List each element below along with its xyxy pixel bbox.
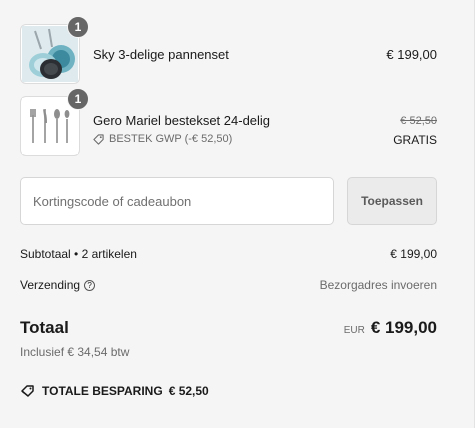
discount-code-input[interactable] (20, 177, 334, 225)
tag-icon (21, 385, 34, 397)
savings-amount: € 52,50 (168, 384, 209, 398)
quantity-badge: 1 (67, 88, 89, 110)
discount-code-form: Toepassen (20, 177, 437, 225)
quantity-badge: 1 (67, 16, 89, 38)
product-price: € 199,00 (386, 47, 437, 62)
total-label: Totaal (20, 318, 69, 337)
subtotal-row: Subtotaal • 2 artikelen € 199,00 (20, 244, 437, 264)
apply-discount-button[interactable]: Toepassen (347, 177, 437, 225)
total-savings: TOTALE BESPARING € 52,50 (20, 384, 209, 398)
shipping-label: Verzending (20, 278, 81, 292)
savings-label: TOTALE BESPARING (42, 384, 163, 398)
help-icon[interactable]: ? (84, 280, 96, 291)
product-price: GRATIS (393, 133, 437, 147)
discount-tag: BESTEK GWP (-€ 52,50) (93, 133, 232, 145)
shipping-row: Verzending? Bezorgadres invoeren (20, 275, 437, 295)
product-name: Gero Mariel bestekset 24-delig (93, 113, 271, 128)
subtotal-label: Subtotaal • 2 artikelen (20, 247, 137, 261)
subtotal-value: € 199,00 (390, 247, 437, 261)
line-item: 1 Sky 3-delige pannenset € 199,00 (20, 16, 437, 88)
product-name: Sky 3-delige pannenset (93, 47, 229, 62)
discount-label: BESTEK GWP (-€ 52,50) (109, 133, 233, 145)
tax-note: Inclusief € 34,54 btw (20, 345, 130, 359)
line-item: 1 Gero Mariel bestekset 24-delig BESTEK … (20, 88, 437, 160)
currency-code: EUR (343, 325, 365, 336)
shipping-value: Bezorgadres invoeren (319, 278, 437, 292)
tag-icon (93, 133, 104, 145)
total-amount: € 199,00 (370, 318, 437, 337)
total-row: Totaal EUR € 199,00 (20, 315, 437, 341)
original-price: € 52,50 (400, 115, 437, 127)
